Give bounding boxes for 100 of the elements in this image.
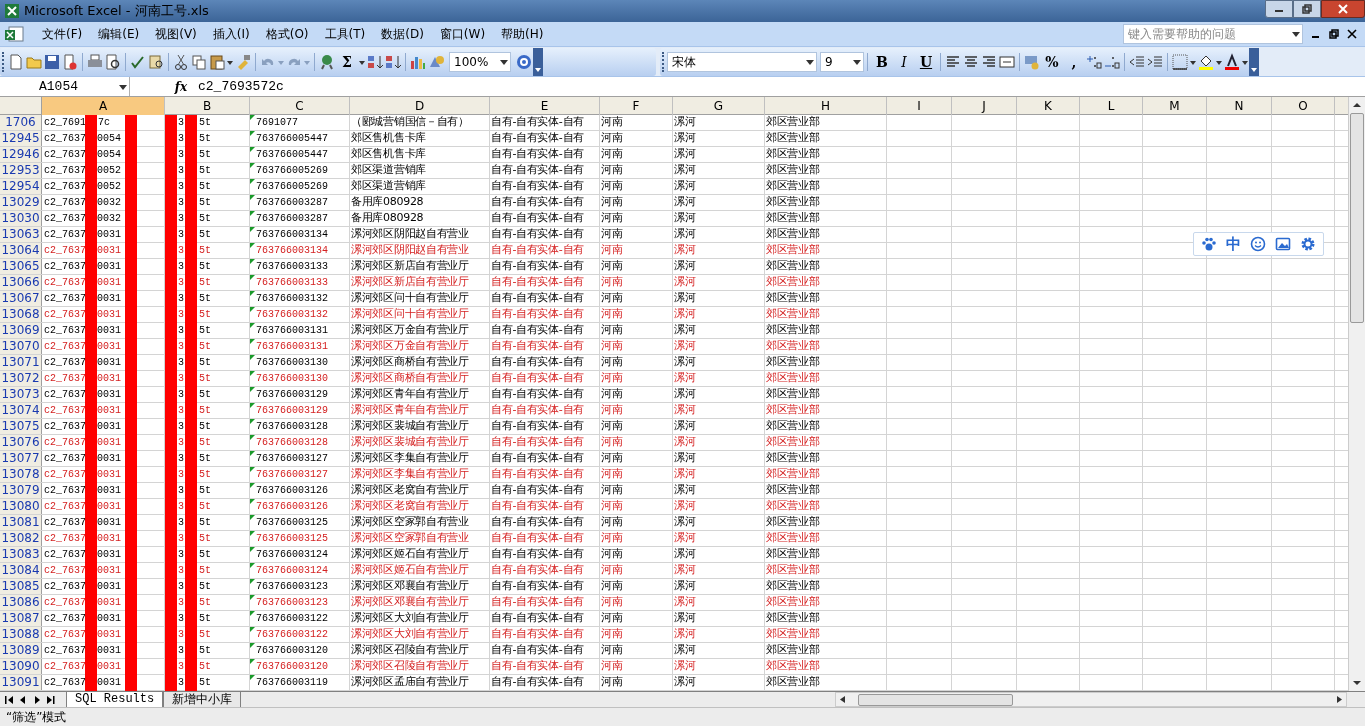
row-header[interactable]: 12954 [0,179,42,194]
menu-item[interactable]: 数据(D) [373,25,432,44]
row-header[interactable]: 13082 [0,531,42,546]
row-header[interactable]: 13075 [0,419,42,434]
row-header[interactable]: 13064 [0,243,42,258]
column-header[interactable]: A [42,97,165,115]
menu-item[interactable]: 编辑(E) [90,25,148,44]
column-header[interactable]: E [490,97,600,115]
toolbar-options-icon[interactable] [1249,47,1259,76]
previous-sheet-icon[interactable] [18,694,28,706]
sheet-tab[interactable]: 新增中小库 [163,692,242,708]
row-header[interactable]: 13077 [0,451,42,466]
row-header[interactable]: 13078 [0,467,42,482]
restore-icon[interactable] [1302,4,1312,14]
smiley-icon[interactable] [1250,236,1266,252]
print-preview-icon[interactable] [104,52,122,71]
row-header[interactable]: 13030 [0,211,42,226]
menu-item[interactable]: 视图(V) [147,25,205,44]
column-header[interactable]: K [1017,97,1080,115]
menu-item[interactable]: 插入(I) [204,25,258,44]
row-header[interactable]: 12946 [0,147,42,162]
scroll-thumb[interactable] [858,693,1013,706]
column-header[interactable]: L [1080,97,1143,115]
row-header[interactable]: 13079 [0,483,42,498]
font-color-icon[interactable] [1223,52,1241,71]
insert-function-button[interactable]: fx [170,77,192,96]
row-header[interactable]: 13089 [0,643,42,658]
toolbar-options-icon[interactable] [533,47,543,76]
hyperlink-icon[interactable] [318,52,336,71]
workbook-icon[interactable] [4,25,26,44]
restore-button[interactable] [1293,0,1321,18]
row-header[interactable]: 13073 [0,387,42,402]
paw-icon[interactable] [1201,236,1218,252]
menu-item[interactable]: 格式(O) [257,25,317,44]
row-header[interactable]: 13088 [0,627,42,642]
menu-item[interactable]: 帮助(H) [493,25,552,44]
menu-item[interactable]: 文件(F) [34,25,91,44]
row-header[interactable]: 13068 [0,307,42,322]
copy-icon[interactable] [190,52,208,71]
restore-icon[interactable] [1329,29,1339,40]
column-header[interactable]: G [673,97,765,115]
row-header[interactable]: 13029 [0,195,42,210]
help-search-field[interactable]: 键入需要帮助的问题 [1123,24,1303,45]
row-header[interactable]: 13070 [0,339,42,354]
scroll-thumb[interactable] [1350,113,1364,323]
column-header[interactable]: O [1272,97,1335,115]
new-document-icon[interactable] [7,52,25,71]
column-header[interactable]: I [887,97,952,115]
row-header[interactable]: 13086 [0,595,42,610]
input-mode-toggle[interactable]: 中 [1226,236,1242,252]
column-header[interactable]: D [350,97,490,115]
row-header[interactable]: 13081 [0,515,42,530]
comma-button[interactable]: , [1063,51,1085,72]
settings-icon[interactable] [1299,236,1316,252]
font-dropdown[interactable]: 宋体 [667,51,817,72]
row-header[interactable]: 13071 [0,355,42,370]
row-header[interactable]: 13090 [0,659,42,674]
minimize-button[interactable] [1265,0,1293,18]
column-header[interactable]: F [600,97,673,115]
row-header[interactable]: 13085 [0,579,42,594]
column-header[interactable]: M [1143,97,1207,115]
borders-icon[interactable] [1171,52,1189,71]
name-box[interactable]: A1054 [0,77,130,96]
menu-item[interactable]: 工具(T) [316,25,374,44]
vertical-scrollbar[interactable] [1348,97,1365,691]
close-icon[interactable] [1347,29,1357,40]
last-sheet-icon[interactable] [46,694,56,706]
next-sheet-icon[interactable] [32,694,42,706]
bold-button[interactable]: B [871,51,893,72]
row-header[interactable]: 13069 [0,323,42,338]
row-header[interactable]: 13080 [0,499,42,514]
autosum-button[interactable]: Σ [336,51,358,72]
sheet-tab[interactable]: SQL Results [66,692,164,708]
row-header[interactable]: 13076 [0,435,42,450]
paste-icon[interactable] [208,52,226,71]
underline-button[interactable]: U [915,51,937,72]
image-icon[interactable] [1274,236,1291,252]
horizontal-scrollbar[interactable] [835,692,1347,707]
cut-icon[interactable] [172,52,190,71]
row-header[interactable]: 13072 [0,371,42,386]
column-header[interactable]: J [952,97,1017,115]
save-icon[interactable] [43,52,61,71]
italic-button[interactable]: I [893,51,915,72]
row-header[interactable]: 12945 [0,131,42,146]
row-header[interactable]: 13084 [0,563,42,578]
menu-item[interactable]: 窗口(W) [431,25,494,44]
zoom-dropdown[interactable]: 100% [449,51,511,72]
row-header[interactable]: 13083 [0,547,42,562]
column-header[interactable]: H [765,97,887,115]
row-header[interactable]: 13065 [0,259,42,274]
row-header[interactable]: 12953 [0,163,42,178]
font-size-dropdown[interactable]: 9 [820,51,864,72]
row-header[interactable]: 1706 [0,115,42,130]
column-header[interactable]: N [1207,97,1272,115]
row-header[interactable]: 13091 [0,675,42,690]
percent-button[interactable]: % [1041,51,1063,72]
row-header[interactable]: 13066 [0,275,42,290]
help-icon[interactable] [515,52,533,71]
row-header[interactable]: 13067 [0,291,42,306]
row-header[interactable]: 13087 [0,611,42,626]
